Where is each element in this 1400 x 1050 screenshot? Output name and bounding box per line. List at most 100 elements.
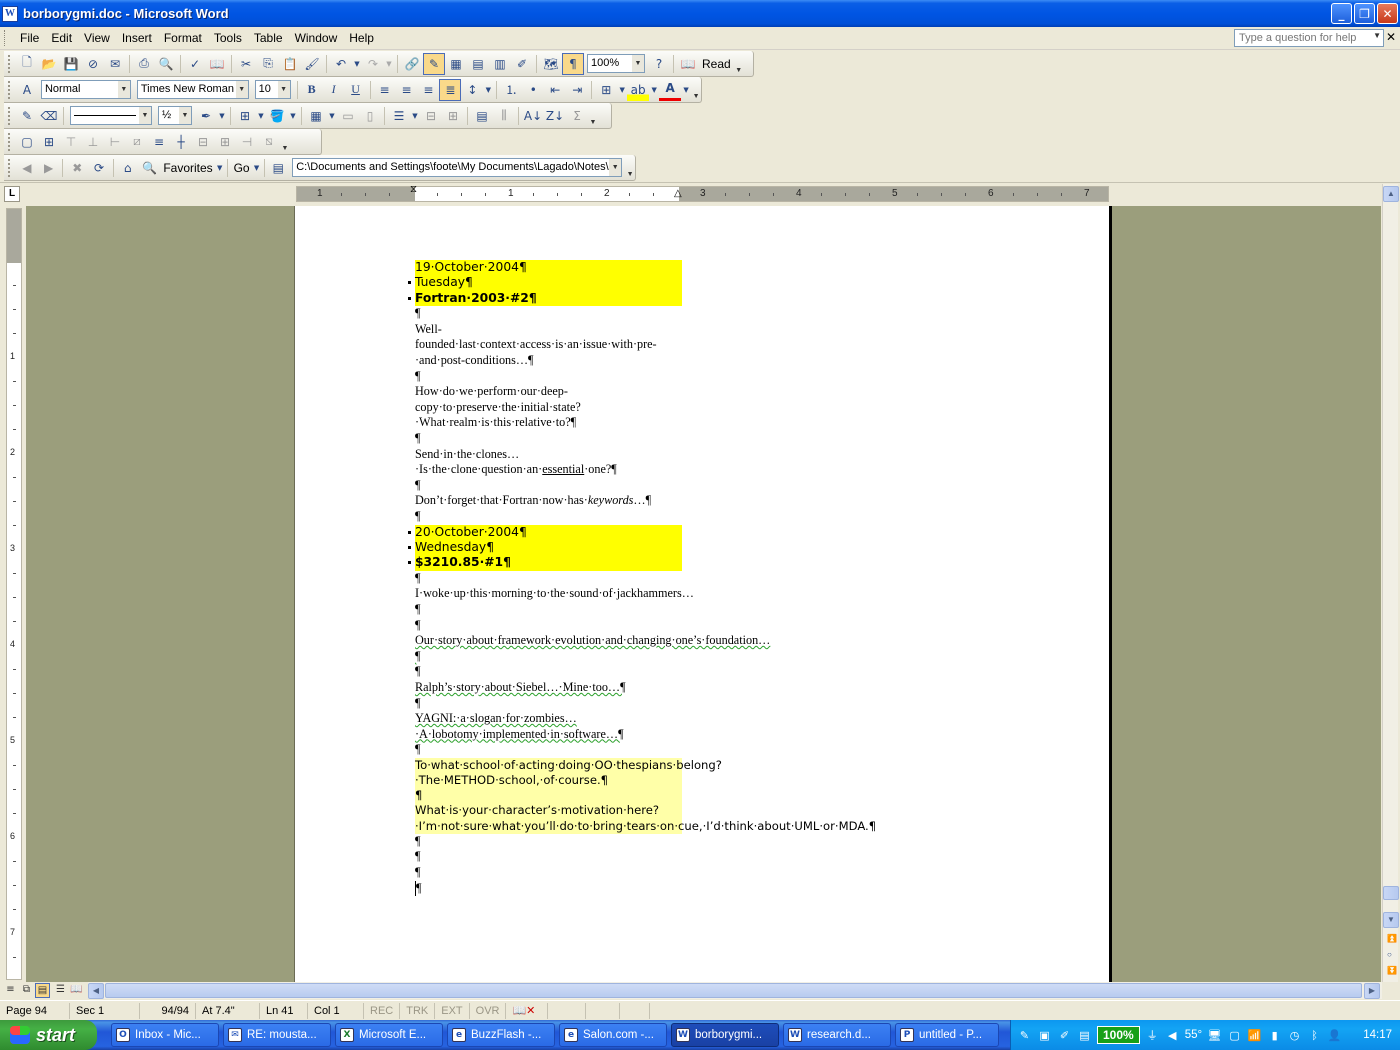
font-size-dropdown-icon[interactable]: ▼	[277, 81, 290, 98]
task-salon[interactable]: e Salon.com -...	[559, 1023, 667, 1047]
grid-inside-h-icon[interactable]: ⊟	[192, 131, 214, 153]
read-icon[interactable]: 📖	[677, 53, 699, 75]
toolbar-grip[interactable]	[8, 158, 12, 177]
line-spacing-dropdown-icon[interactable]: ▼	[483, 79, 493, 101]
numbering-icon[interactable]: ⒈	[500, 79, 522, 101]
style-combo[interactable]: Normal ▼	[40, 80, 131, 99]
menu-help[interactable]: Help	[343, 29, 380, 47]
close-window-button[interactable]: ✕	[1377, 3, 1398, 24]
redo-dropdown-icon[interactable]: ▼	[384, 53, 394, 75]
outline-view-icon[interactable]: ☰	[53, 983, 68, 998]
entry-day[interactable]: Tuesday¶	[408, 275, 682, 291]
sort-descending-icon[interactable]: Z↓	[544, 105, 566, 127]
redo-icon[interactable]: ↷	[362, 53, 384, 75]
grid-right-icon[interactable]: ⊣	[236, 131, 258, 153]
distribute-rows-icon[interactable]: ⊟	[420, 105, 442, 127]
paragraph[interactable]: How·do·we·perform·our·deep-copy·to·prese…	[415, 384, 682, 431]
status-trk[interactable]: TRK	[400, 1002, 436, 1019]
wireless-icon[interactable]: 📶	[1247, 1028, 1262, 1043]
menu-table[interactable]: Table	[248, 29, 289, 47]
tab-selector[interactable]: L	[4, 186, 20, 202]
bullets-icon[interactable]: •	[522, 79, 544, 101]
menu-insert[interactable]: Insert	[116, 29, 158, 47]
stop-icon[interactable]: ✖	[66, 157, 88, 179]
document-map-icon[interactable]: 🗺	[540, 53, 562, 75]
menu-tools[interactable]: Tools	[208, 29, 248, 47]
vertical-scrollbar[interactable]: ▲ ▼ ⏫ ○ ⏬	[1382, 184, 1399, 982]
menu-view[interactable]: View	[78, 29, 116, 47]
paragraph[interactable]: Ralph’s·story·about·Siebel…·Mine·too…¶	[415, 680, 682, 696]
document-text[interactable]: 19·October·2004¶ Tuesday¶ Fortran·2003·#…	[408, 260, 876, 897]
reading-layout-icon[interactable]: 📖	[69, 983, 84, 998]
go-dropdown-icon[interactable]: ▼	[253, 157, 261, 179]
home-icon[interactable]: ⌂	[117, 157, 139, 179]
open-icon[interactable]: 📂	[38, 53, 60, 75]
border-dropdown-icon[interactable]: ▼	[617, 79, 627, 101]
align-cell-dropdown-icon[interactable]: ▼	[410, 105, 420, 127]
back-icon[interactable]: ◀	[16, 157, 38, 179]
help-dropdown-icon[interactable]: ▼	[1373, 31, 1381, 40]
show-hide-icon[interactable]: ¶	[562, 52, 584, 75]
toolbar-options-icon[interactable]: ▼	[588, 103, 598, 129]
scroll-down-icon[interactable]: ▼	[1383, 912, 1399, 928]
display-icon[interactable]: ▢	[1227, 1028, 1242, 1043]
paragraph[interactable]: I·woke·up·this·morning·to·the·sound·of·j…	[415, 586, 694, 617]
align-center-icon[interactable]: ≡	[396, 79, 418, 101]
empty-paragraph[interactable]: ¶	[415, 788, 682, 804]
spelling-status-icon[interactable]: 📖✕	[506, 1002, 549, 1019]
address-dropdown-icon[interactable]: ▼	[609, 159, 622, 176]
empty-paragraph[interactable]: ¶	[415, 742, 682, 758]
favorites-dropdown-icon[interactable]: ▼	[216, 157, 224, 179]
empty-paragraph[interactable]: ¶	[415, 571, 682, 587]
increase-indent-icon[interactable]: ⇥	[566, 79, 588, 101]
spelling-icon[interactable]: ✓	[184, 53, 206, 75]
new-document-icon[interactable]: 🗋	[16, 53, 38, 75]
toolbar-options-icon[interactable]: ▼	[280, 129, 290, 155]
line-style-combo[interactable]: ▼	[70, 106, 152, 125]
power-plug-icon[interactable]: ⏚	[1145, 1028, 1160, 1043]
vertical-ruler[interactable]: 1 2 3 4 5 6 7	[6, 208, 22, 980]
empty-paragraph[interactable]: ¶	[415, 369, 682, 385]
decrease-indent-icon[interactable]: ⇤	[544, 79, 566, 101]
highlight-dropdown-icon[interactable]: ▼	[649, 79, 659, 101]
status-pages[interactable]: 94/94	[140, 1002, 196, 1019]
autosum-icon[interactable]: Σ	[566, 105, 588, 127]
sort-ascending-icon[interactable]: A↓	[522, 105, 544, 127]
grid-all-icon[interactable]: ⊞	[38, 131, 60, 153]
toolbar-grip[interactable]	[8, 106, 12, 125]
select-browse-object-icon[interactable]: ○	[1387, 950, 1392, 959]
previous-page-icon[interactable]: ⏫	[1387, 934, 1397, 943]
undo-icon[interactable]: ↶	[330, 53, 352, 75]
minimize-button[interactable]: _	[1331, 3, 1352, 24]
scroll-up-icon[interactable]: ▲	[1383, 186, 1399, 202]
toolbar-options-icon[interactable]: ▼	[734, 51, 744, 77]
menu-file[interactable]: File	[14, 29, 45, 47]
empty-paragraph[interactable]: ¶	[415, 306, 682, 322]
line-style-dropdown-icon[interactable]: ▼	[139, 107, 151, 124]
grid-bottom-icon[interactable]: ⊥	[82, 131, 104, 153]
shading-dropdown-icon[interactable]: ▼	[288, 105, 298, 127]
task-paint[interactable]: Puntitled - P...	[895, 1023, 999, 1047]
print-icon[interactable]: ⎙	[133, 53, 155, 75]
status-page[interactable]: Page 94	[0, 1002, 70, 1019]
grid-outside-icon[interactable]: ▢	[16, 131, 38, 153]
entry-day[interactable]: Wednesday¶	[408, 539, 682, 556]
address-combo[interactable]: C:\Documents and Settings\foote\My Docum…	[292, 158, 623, 177]
clock-tray-icon[interactable]: ◷	[1287, 1028, 1302, 1043]
entry-heading[interactable]: Fortran·2003·#2¶	[408, 290, 682, 307]
align-right-icon[interactable]: ≡	[417, 79, 439, 101]
grid-cross-icon[interactable]: ┼	[170, 131, 192, 153]
print-preview-icon[interactable]: 🔍	[155, 53, 177, 75]
draw-icon[interactable]: ✐	[1057, 1028, 1072, 1043]
menu-format[interactable]: Format	[158, 29, 208, 47]
read-button[interactable]: Read	[699, 57, 734, 71]
tray-expand-icon[interactable]: ◀	[1165, 1028, 1180, 1043]
highlighted-paragraph[interactable]: To·what·school·of·acting·doing·OO·thespi…	[415, 757, 722, 789]
empty-paragraph[interactable]: ¶	[415, 696, 682, 712]
eraser-icon[interactable]: ⌫	[38, 105, 60, 127]
outside-border-dropdown-icon[interactable]: ▼	[256, 105, 266, 127]
grid-top-icon[interactable]: ⊤	[60, 131, 82, 153]
border-color-icon[interactable]: ✒	[195, 105, 217, 127]
styles-formatting-icon[interactable]: A	[16, 79, 38, 101]
zoom-combo[interactable]: 100% ▼	[587, 54, 645, 73]
